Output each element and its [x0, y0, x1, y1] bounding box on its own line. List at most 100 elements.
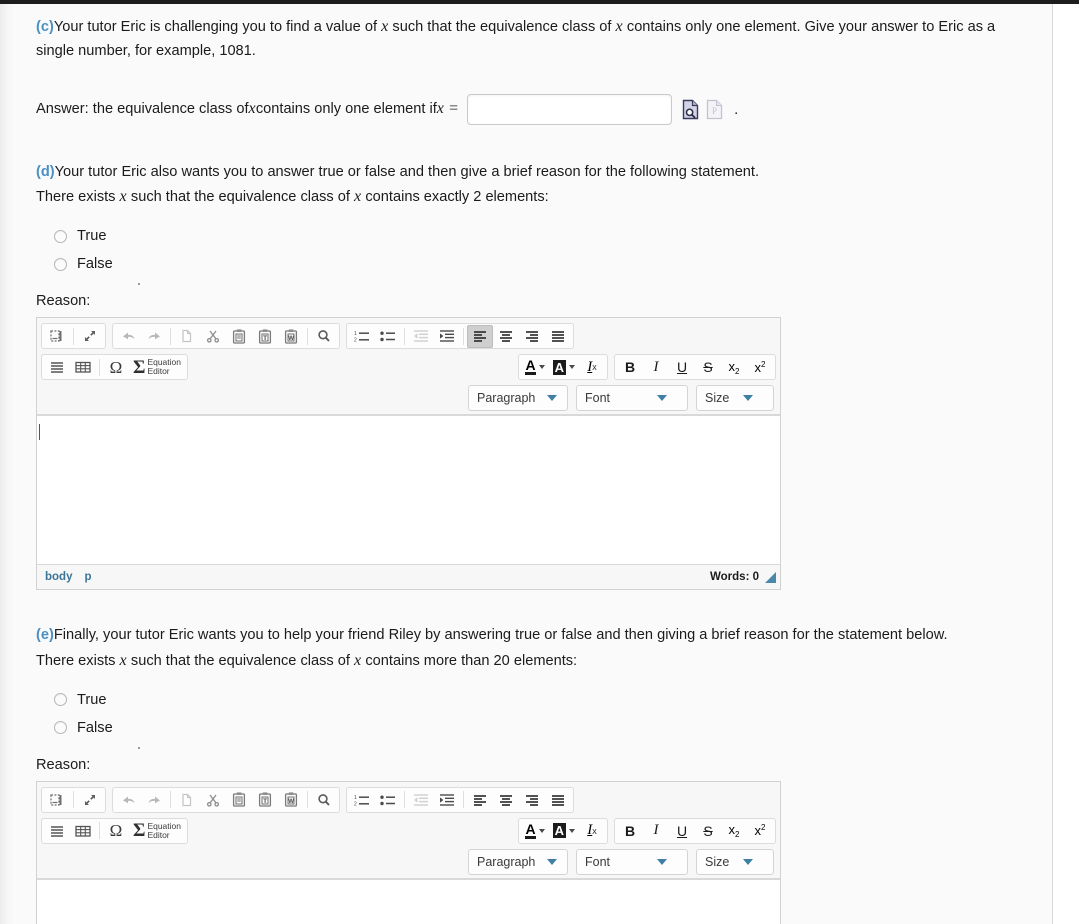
breadcrumb-body[interactable]: body — [45, 571, 72, 583]
outdent-icon[interactable] — [408, 325, 434, 348]
paragraph-format-dropdown[interactable]: Paragraph — [468, 385, 568, 412]
paragraph-format-dropdown[interactable]: Paragraph — [468, 848, 568, 875]
table-icon[interactable] — [70, 356, 96, 379]
superscript-icon[interactable]: x2 — [747, 819, 773, 842]
cut-icon[interactable] — [200, 325, 226, 348]
remove-format-icon[interactable]: Ix — [579, 819, 605, 842]
table-icon[interactable] — [70, 819, 96, 842]
radio-circle-icon[interactable] — [54, 229, 67, 243]
radio-circle-icon[interactable] — [54, 693, 67, 707]
copy-icon[interactable] — [174, 788, 200, 811]
italic-icon[interactable]: I — [643, 356, 669, 379]
paste-icon[interactable] — [226, 325, 252, 348]
size-dropdown[interactable]: Size — [696, 385, 774, 412]
align-left-icon[interactable] — [467, 324, 493, 348]
search-icon[interactable] — [311, 325, 337, 348]
paste-word-icon[interactable]: W — [278, 788, 304, 811]
radio-option-true[interactable]: True — [36, 686, 1036, 714]
background-color-icon[interactable]: A — [549, 356, 579, 379]
strikethrough-icon[interactable]: S — [695, 356, 721, 379]
numbered-list-icon[interactable]: 12 — [349, 325, 375, 348]
align-justify-icon[interactable] — [545, 325, 571, 348]
align-justify-icon[interactable] — [545, 788, 571, 811]
editor-body[interactable] — [37, 415, 780, 565]
cut-icon[interactable] — [200, 788, 226, 811]
chevron-down-icon[interactable] — [743, 858, 753, 865]
chevron-down-icon[interactable] — [538, 828, 545, 833]
document-search-icon[interactable] — [682, 99, 700, 120]
answer-input[interactable] — [467, 93, 673, 125]
indent-icon[interactable] — [434, 788, 460, 811]
italic-icon[interactable]: I — [643, 819, 669, 842]
source-icon[interactable] — [44, 788, 70, 811]
bold-glyph: B — [624, 822, 636, 839]
paste-text-icon[interactable]: T — [252, 325, 278, 348]
equation-editor-icon[interactable]: Σ Equation Editor — [129, 356, 185, 379]
section-c-text-1: Your tutor Eric is challenging you to fi… — [53, 19, 382, 35]
underline-icon[interactable]: U — [669, 356, 695, 379]
align-center-icon[interactable] — [493, 325, 519, 348]
subscript-icon[interactable]: x2 — [721, 819, 747, 842]
maximize-icon[interactable] — [77, 788, 103, 811]
special-char-icon[interactable]: Ω — [103, 819, 129, 842]
text-color-icon[interactable]: A — [521, 819, 548, 842]
paste-text-icon[interactable]: T — [252, 788, 278, 811]
text-color-glyph: A — [525, 357, 536, 376]
align-right-icon[interactable] — [519, 788, 545, 811]
radio-circle-icon[interactable] — [54, 257, 67, 271]
radio-label: True — [77, 228, 107, 245]
paste-icon[interactable] — [226, 788, 252, 811]
undo-icon[interactable] — [115, 325, 141, 348]
radio-option-false[interactable]: False — [36, 250, 1036, 278]
horizontal-rule-icon[interactable] — [44, 819, 70, 842]
chevron-down-icon[interactable] — [547, 858, 558, 865]
redo-icon[interactable] — [141, 325, 167, 348]
remove-format-icon[interactable]: Ix — [579, 356, 605, 379]
indent-icon[interactable] — [434, 325, 460, 348]
superscript-icon[interactable]: x2 — [747, 356, 773, 379]
align-right-icon[interactable] — [519, 325, 545, 348]
chevron-down-icon[interactable] — [547, 395, 558, 402]
source-icon[interactable] — [44, 325, 70, 348]
bold-icon[interactable]: B — [617, 819, 643, 842]
align-center-icon[interactable] — [493, 788, 519, 811]
document-print-icon[interactable]: P — [706, 99, 724, 120]
maximize-icon[interactable] — [77, 325, 103, 348]
chevron-down-icon[interactable] — [538, 365, 545, 370]
editor-body[interactable] — [37, 878, 780, 924]
chevron-down-icon[interactable] — [569, 365, 575, 370]
redo-icon[interactable] — [141, 788, 167, 811]
chevron-down-icon[interactable] — [569, 828, 575, 833]
search-icon[interactable] — [311, 788, 337, 811]
equation-editor-icon[interactable]: Σ Equation Editor — [129, 819, 185, 842]
bullet-list-icon[interactable] — [375, 788, 401, 811]
word-count: Words: 0 — [710, 571, 778, 583]
underline-icon[interactable]: U — [669, 819, 695, 842]
numbered-list-icon[interactable]: 12 — [349, 788, 375, 811]
chevron-down-icon[interactable] — [657, 858, 667, 865]
bullet-list-icon[interactable] — [375, 325, 401, 348]
paste-word-icon[interactable]: W — [278, 325, 304, 348]
undo-icon[interactable] — [115, 788, 141, 811]
size-dropdown[interactable]: Size — [696, 848, 774, 875]
bold-icon[interactable]: B — [617, 356, 643, 379]
resize-grip-icon[interactable] — [765, 571, 776, 583]
special-char-icon[interactable]: Ω — [103, 356, 129, 379]
align-left-icon[interactable] — [467, 788, 493, 811]
radio-option-true[interactable]: True — [36, 222, 1036, 250]
font-dropdown[interactable]: Font — [576, 848, 688, 875]
text-color-icon[interactable]: A — [521, 356, 548, 379]
background-color-icon[interactable]: A — [549, 819, 579, 842]
subscript-icon[interactable]: x2 — [721, 356, 747, 379]
outdent-icon[interactable] — [408, 788, 434, 811]
copy-icon[interactable] — [174, 325, 200, 348]
radio-option-false[interactable]: False — [36, 714, 1036, 742]
breadcrumb-p[interactable]: p — [84, 571, 91, 583]
radio-circle-icon[interactable] — [54, 721, 67, 735]
rich-text-editor-d: T W 12 Ω Σ Equation Editor A A I x B I U… — [36, 317, 781, 591]
font-dropdown[interactable]: Font — [576, 385, 688, 412]
horizontal-rule-icon[interactable] — [44, 356, 70, 379]
strikethrough-icon[interactable]: S — [695, 819, 721, 842]
chevron-down-icon[interactable] — [657, 395, 667, 402]
chevron-down-icon[interactable] — [743, 395, 753, 402]
